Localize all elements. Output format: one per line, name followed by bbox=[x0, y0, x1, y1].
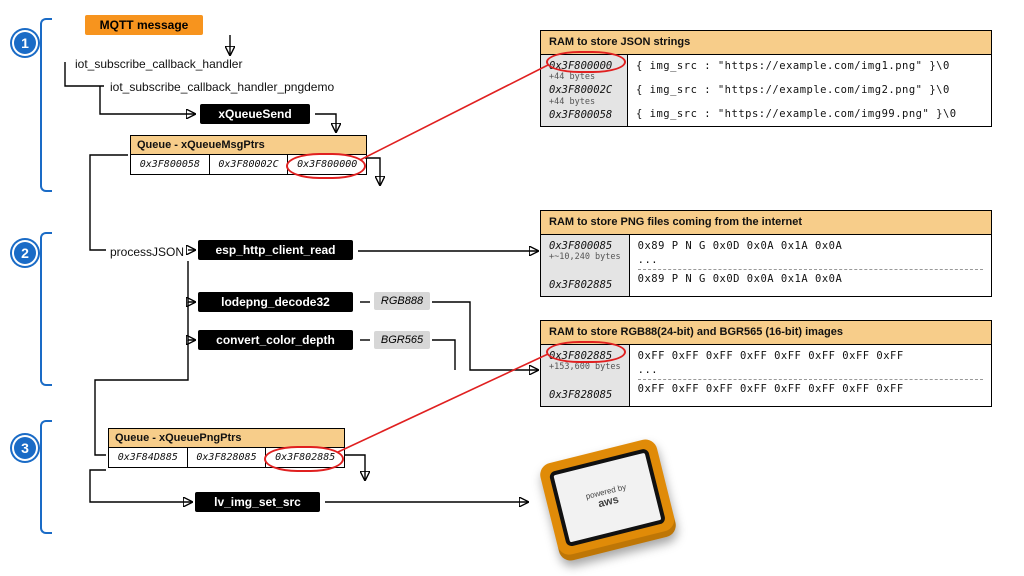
queue-msg-cell-0: 0x3F800058 bbox=[131, 155, 210, 174]
ram-rgb-data-0: 0xFF 0xFF 0xFF 0xFF 0xFF 0xFF 0xFF 0xFF bbox=[638, 349, 983, 363]
ram-png-data-0: 0x89 P N G 0x0D 0x0A 0x1A 0x0A bbox=[638, 239, 983, 253]
queue-msg-cell-1: 0x3F80002C bbox=[210, 155, 289, 174]
ram-json-data-0: { img_src : "https://example.com/img1.pn… bbox=[636, 59, 983, 73]
ram-rgb-title: RAM to store RGB88(24-bit) and BGR565 (1… bbox=[541, 321, 991, 345]
iot-device-icon: powered byaws bbox=[538, 437, 679, 563]
box-http-read: esp_http_client_read bbox=[198, 240, 353, 260]
ram-png-block: RAM to store PNG files coming from the i… bbox=[540, 210, 992, 297]
ram-json-addr-0: 0x3F800000 bbox=[549, 59, 619, 73]
ram-json-title: RAM to store JSON strings bbox=[541, 31, 991, 55]
badge-3: 3 bbox=[12, 435, 38, 461]
ram-rgb-data-1: 0xFF 0xFF 0xFF 0xFF 0xFF 0xFF 0xFF 0xFF bbox=[638, 382, 983, 396]
ram-json-data-1: { img_src : "https://example.com/img2.pn… bbox=[636, 83, 983, 97]
ram-png-data-1: 0x89 P N G 0x0D 0x0A 0x1A 0x0A bbox=[638, 272, 983, 286]
ram-json-addr-1: 0x3F80002C bbox=[549, 83, 619, 97]
ram-rgb-addr-1: 0x3F828085 bbox=[549, 388, 621, 402]
ram-rgb-note-0: +153,600 bytes bbox=[549, 362, 621, 373]
ram-json-note-1: +44 bytes bbox=[549, 97, 619, 108]
ram-json-addr-2: 0x3F800058 bbox=[549, 108, 619, 122]
queue-png-cell-1: 0x3F828085 bbox=[188, 448, 267, 467]
badge-2: 2 bbox=[12, 240, 38, 266]
ram-rgb-block: RAM to store RGB88(24-bit) and BGR565 (1… bbox=[540, 320, 992, 407]
ram-json-note-0: +44 bytes bbox=[549, 72, 619, 83]
label-cb-handler-pngdemo: iot_subscribe_callback_handler_pngdemo bbox=[110, 80, 334, 94]
ram-rgb-addr-0: 0x3F802885 bbox=[549, 349, 621, 363]
brace-section-2 bbox=[40, 232, 52, 386]
label-cb-handler: iot_subscribe_callback_handler bbox=[75, 57, 242, 71]
queue-msgptrs-title: Queue - xQueueMsgPtrs bbox=[131, 136, 366, 155]
queue-pngptrs: Queue - xQueuePngPtrs 0x3F84D885 0x3F828… bbox=[108, 428, 345, 468]
queue-png-cell-0: 0x3F84D885 bbox=[109, 448, 188, 467]
brace-section-3 bbox=[40, 420, 52, 534]
tag-bgr565: BGR565 bbox=[374, 331, 430, 349]
label-processjson: processJSON bbox=[110, 245, 184, 259]
queue-png-cell-2: 0x3F802885 bbox=[266, 448, 344, 467]
box-convert-depth: convert_color_depth bbox=[198, 330, 353, 350]
box-xqueuesend: xQueueSend bbox=[200, 104, 310, 124]
badge-1: 1 bbox=[12, 30, 38, 56]
diagram-root: { "labels": { "mqtt": "MQTT message", "c… bbox=[0, 0, 1024, 576]
box-lv-img-set-src: lv_img_set_src bbox=[195, 492, 320, 512]
ram-png-title: RAM to store PNG files coming from the i… bbox=[541, 211, 991, 235]
queue-pngptrs-title: Queue - xQueuePngPtrs bbox=[109, 429, 344, 448]
ram-rgb-ellipsis: ... bbox=[638, 363, 983, 377]
brace-section-1 bbox=[40, 18, 52, 192]
ram-png-note-0: +~10,240 bytes bbox=[549, 252, 621, 263]
ram-png-addr-0: 0x3F800085 bbox=[549, 239, 621, 253]
queue-msg-cell-2: 0x3F800000 bbox=[288, 155, 366, 174]
ram-json-data-2: { img_src : "https://example.com/img99.p… bbox=[636, 107, 983, 121]
ram-png-addr-1: 0x3F802885 bbox=[549, 278, 621, 292]
queue-msgptrs: Queue - xQueueMsgPtrs 0x3F800058 0x3F800… bbox=[130, 135, 367, 175]
ram-png-ellipsis: ... bbox=[638, 253, 983, 267]
box-lodepng: lodepng_decode32 bbox=[198, 292, 353, 312]
ram-json-block: RAM to store JSON strings 0x3F800000 +44… bbox=[540, 30, 992, 127]
mqtt-message-badge: MQTT message bbox=[85, 15, 203, 35]
tag-rgb888: RGB888 bbox=[374, 292, 430, 310]
